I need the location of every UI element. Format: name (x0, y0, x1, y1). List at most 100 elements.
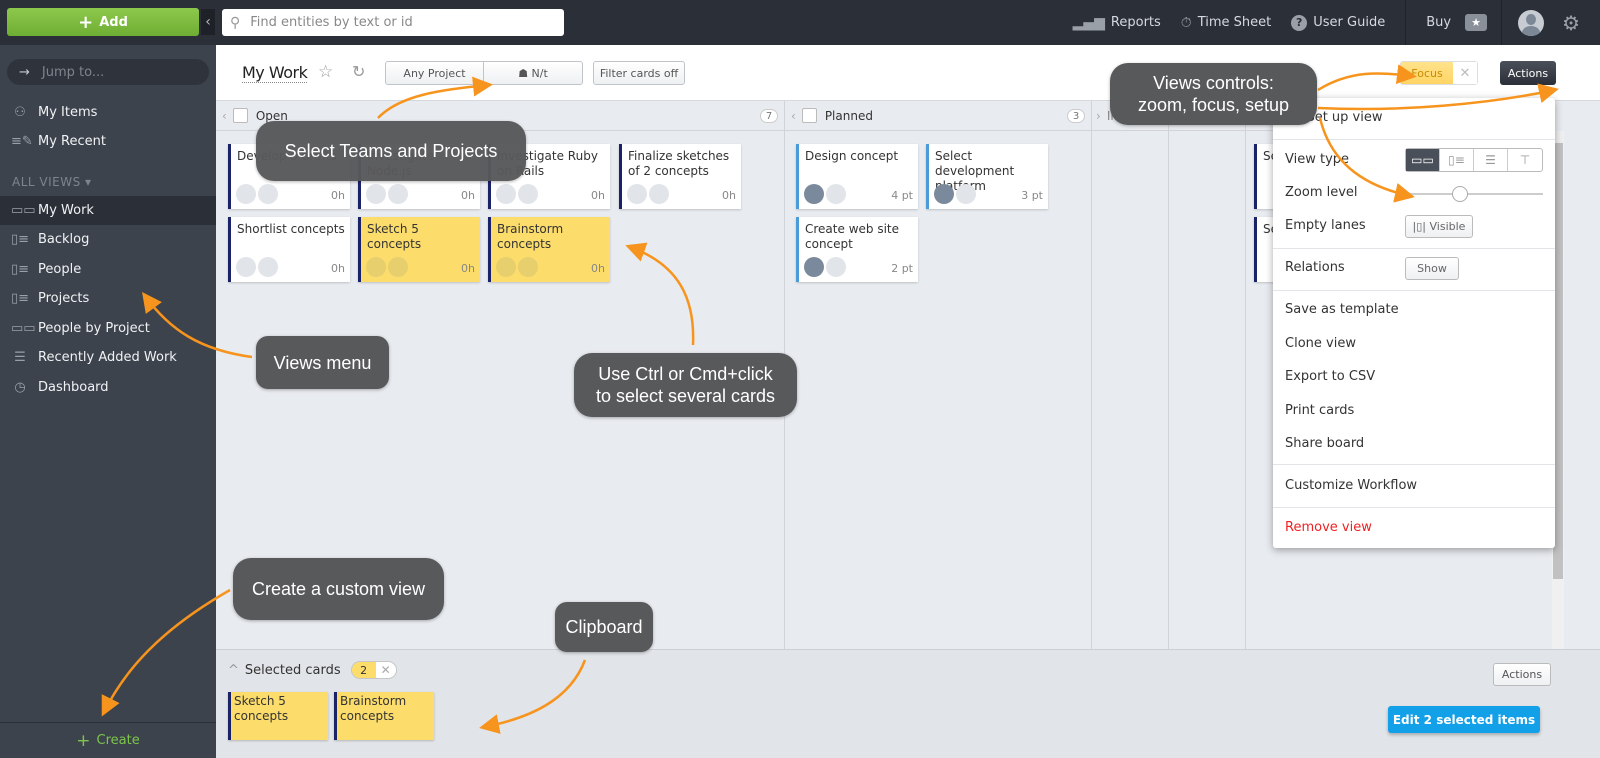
project-filter-button[interactable]: Any Project (386, 62, 484, 84)
search-input[interactable] (250, 15, 551, 30)
reports-link[interactable]: ▂▄▆ Reports (1073, 15, 1161, 31)
assignee-avatar (627, 184, 647, 204)
focus-button[interactable]: Focus (1401, 62, 1453, 84)
create-view-button[interactable]: + Create (0, 722, 216, 758)
edit-selected-button[interactable]: Edit 2 selected items (1388, 706, 1540, 733)
sidebar-item-my-items[interactable]: ⚇ My Items (0, 98, 216, 127)
close-icon[interactable]: ✕ (1453, 62, 1477, 84)
avatar[interactable] (1518, 9, 1545, 36)
star-icon[interactable]: ☆ (318, 62, 333, 82)
lane-divider (1091, 101, 1092, 649)
zoom-slider-handle[interactable] (1452, 186, 1469, 202)
sidebar-item-my-recent[interactable]: ≡✎ My Recent (0, 127, 216, 156)
card-estimate: 0h (461, 189, 475, 202)
board-view-icon[interactable]: ▭▭ (1406, 149, 1440, 171)
scope-filter: Any Project ☗ N/t (385, 61, 583, 85)
callout-custom-view: Create a custom view (233, 558, 444, 620)
selected-count-badge: 2 ✕ (350, 661, 397, 679)
time-sheet-label: Time Sheet (1197, 15, 1272, 30)
collapse-sidebar-button[interactable]: ‹ (201, 9, 215, 35)
assignee-avatar (649, 184, 669, 204)
card[interactable]: Design concept 4 pt (796, 144, 918, 209)
all-views-header[interactable]: ALL VIEWS ▾ (12, 175, 92, 189)
card-title: Create web site concept (805, 222, 899, 251)
chevron-left-icon[interactable]: ‹ (791, 109, 796, 123)
recent-edit-icon: ≡✎ (11, 134, 33, 149)
actions-button[interactable]: Actions (1500, 61, 1556, 85)
menu-item-remove-view[interactable]: Remove view (1285, 520, 1372, 535)
menu-item-customize-workflow[interactable]: Customize Workflow (1285, 478, 1417, 493)
zoom-slider[interactable] (1405, 186, 1543, 202)
list-view-icon[interactable]: ▯≡ (1440, 149, 1474, 171)
user-guide-link[interactable]: ? User Guide (1291, 14, 1386, 31)
menu-item-share-board[interactable]: Share board (1285, 436, 1364, 451)
sidebar-item-recently-added-work[interactable]: ☰ Recently Added Work (0, 343, 216, 372)
time-sheet-link[interactable]: ⏱ Time Sheet (1181, 15, 1271, 31)
stopwatch-icon: ⏱ (1180, 14, 1192, 31)
menu-item-clone-view[interactable]: Clone view (1285, 336, 1356, 351)
add-button[interactable]: + Add (7, 8, 199, 36)
table-view-icon[interactable]: ☰ (1474, 149, 1508, 171)
clipboard-actions-button[interactable]: Actions (1493, 663, 1551, 686)
sidebar-item-people-by-project[interactable]: ▭▭ People by Project (0, 314, 216, 343)
feedback-star-icon[interactable]: ★ (1465, 14, 1488, 31)
empty-lanes-label: Empty lanes (1285, 218, 1366, 233)
relations-label: Relations (1285, 260, 1345, 275)
chevron-up-icon[interactable]: ^ (228, 663, 239, 678)
assignee-avatar (826, 184, 846, 204)
lane-divider (1168, 101, 1169, 649)
clipboard-card[interactable]: Sketch 5 concepts (228, 692, 328, 740)
card[interactable]: Select development platform3 pt (926, 144, 1048, 209)
sidebar-item-people[interactable]: ▯≡ People (0, 255, 216, 284)
caret-down-icon: ▾ (85, 175, 92, 189)
jump-to-input[interactable]: → Jump to... (7, 59, 209, 85)
lanes-icon: |▯| (1412, 220, 1430, 233)
actions-menu: ⚙Set up view View type ▭▭ ▯≡ ☰ ⊤ Zoom le… (1273, 98, 1555, 548)
team-icon: ☗ (518, 66, 532, 80)
sidebar-item-projects[interactable]: ▯≡ Projects (0, 284, 216, 313)
empty-lanes-button[interactable]: |▯| Visible (1405, 215, 1473, 238)
divider (1273, 464, 1555, 465)
top-links: ▂▄▆ Reports ⏱ Time Sheet ? User Guide Buy ★… (1073, 0, 1600, 45)
buy-link[interactable]: Buy (1426, 15, 1451, 30)
timeline-view-icon[interactable]: ⊤ (1508, 149, 1542, 171)
all-views-label: ALL VIEWS (12, 175, 81, 189)
page-title[interactable]: My Work (242, 63, 308, 83)
add-label: Add (99, 14, 128, 30)
chevron-left-icon[interactable]: ‹ (222, 109, 227, 123)
card[interactable]: Finalize sketches of 2 concepts 0h (619, 144, 741, 209)
team-filter-button[interactable]: ☗ N/t (484, 62, 582, 84)
lane-checkbox[interactable] (232, 108, 248, 123)
card[interactable]: Shortlist concepts 0h (228, 217, 350, 282)
user-area: ⚙ (1502, 0, 1600, 45)
relations-show-button[interactable]: Show (1405, 257, 1459, 280)
clipboard-card[interactable]: Brainstorm concepts (334, 692, 434, 740)
card-title: Sketch 5 concepts (367, 222, 422, 251)
lane-checkbox[interactable] (801, 108, 817, 123)
plus-icon: + (78, 11, 94, 33)
card[interactable]: Create web site concept 2 pt (796, 217, 918, 282)
sidebar-item-backlog[interactable]: ▯≡ Backlog (0, 225, 216, 254)
gear-icon[interactable]: ⚙ (1562, 11, 1580, 35)
sidebar-item-label: My Recent (38, 134, 106, 149)
selected-count: 2 (351, 662, 376, 678)
menu-item-save-template[interactable]: Save as template (1285, 302, 1399, 317)
card-title: Finalize sketches of 2 concepts (628, 149, 730, 178)
filter-cards-button[interactable]: Filter cards off (593, 61, 685, 85)
list-icon: ▯≡ (11, 262, 30, 277)
top-bar: + Add ‹ ⚲ ▂▄▆ Reports ⏱ Time Sheet ? User Gu… (0, 0, 1600, 45)
sidebar-item-my-work[interactable]: ▭▭ My Work (0, 196, 216, 225)
card-selected[interactable]: Sketch 5 concepts 0h (358, 217, 480, 282)
user-guide-label: User Guide (1313, 15, 1386, 30)
assignee-avatar (258, 257, 278, 277)
refresh-icon[interactable]: ↻ (352, 62, 365, 81)
menu-item-print-cards[interactable]: Print cards (1285, 403, 1354, 418)
clear-selection-icon[interactable]: ✕ (375, 662, 396, 678)
card-selected[interactable]: Brainstorm concepts 0h (488, 217, 610, 282)
sidebar: → Jump to... ⚇ My Items ≡✎ My Recent ALL VI… (0, 45, 216, 758)
chevron-right-icon: › (1096, 108, 1101, 123)
sidebar-item-dashboard[interactable]: ◷ Dashboard (0, 373, 216, 402)
assignee-avatar (236, 184, 256, 204)
menu-item-export-csv[interactable]: Export to CSV (1285, 369, 1375, 384)
sidebar-item-label: My Items (38, 105, 98, 120)
